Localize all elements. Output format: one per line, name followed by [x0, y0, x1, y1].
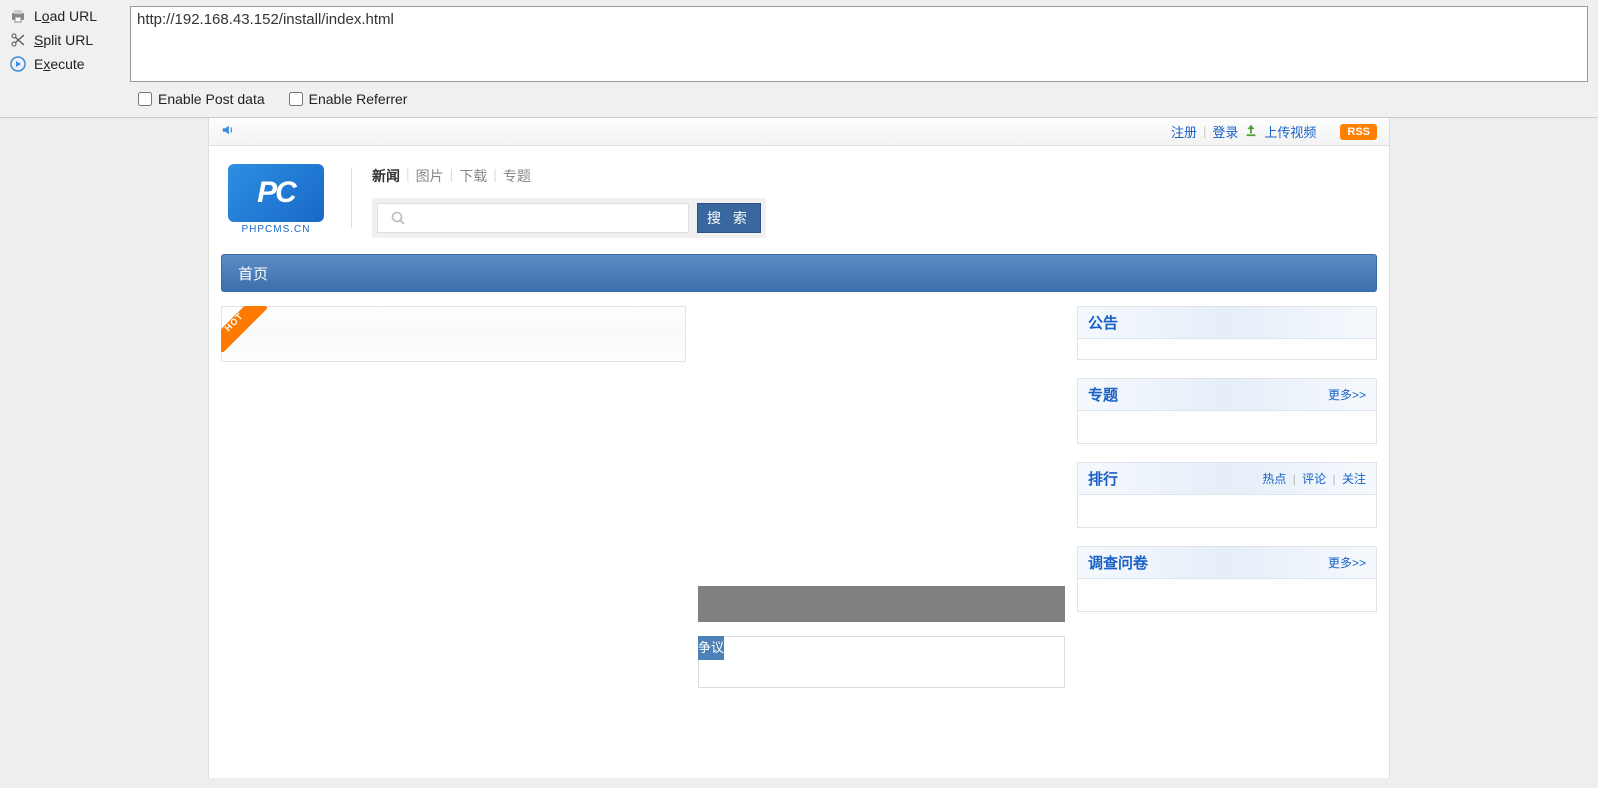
upload-video-link[interactable]: 上传视频	[1264, 122, 1316, 141]
referrer-checkbox-input[interactable]	[289, 92, 303, 106]
enable-referrer-checkbox[interactable]: Enable Referrer	[289, 91, 408, 107]
tab-downloads[interactable]: 下载	[459, 166, 487, 186]
header-right: 新闻 | 图片 | 下载 | 专题 搜 索	[372, 164, 766, 238]
sidebar-special: 专题 更多>>	[1077, 378, 1377, 444]
enable-referrer-label: Enable Referrer	[309, 91, 408, 107]
register-link[interactable]: 注册	[1171, 122, 1197, 141]
header: PC PHPCMS.CN 新闻 | 图片 | 下载 | 专题 搜 索	[209, 146, 1389, 254]
special-more-link[interactable]: 更多>>	[1328, 386, 1366, 403]
announcement-title: 公告	[1088, 312, 1118, 333]
nav-home[interactable]: 首页	[238, 263, 268, 284]
play-icon	[10, 56, 26, 72]
ranking-body	[1078, 495, 1376, 527]
separator: |	[493, 166, 497, 186]
enable-post-label: Enable Post data	[158, 91, 265, 107]
sidebar-announcement: 公告	[1077, 306, 1377, 360]
content-area: HOT 争议 公告 专题 更多>>	[209, 292, 1389, 702]
sound-icon[interactable]	[221, 124, 235, 140]
logo[interactable]: PC PHPCMS.CN	[221, 164, 331, 240]
upload-icon	[1244, 123, 1258, 140]
page-container: 注册 | 登录 上传视频 RSS PC PHPCMS.CN 新闻 | 图片 | …	[208, 118, 1390, 778]
split-url-button[interactable]: Split URL	[0, 28, 128, 52]
survey-body	[1078, 579, 1376, 611]
toolbar-checkboxes: Enable Post data Enable Referrer	[130, 85, 1588, 113]
topbar-right: 注册 | 登录 上传视频 RSS	[1171, 122, 1377, 141]
hot-card: HOT	[221, 306, 686, 362]
special-header: 专题 更多>>	[1078, 379, 1376, 411]
divider	[351, 168, 352, 228]
ranking-hot-link[interactable]: 热点	[1262, 472, 1286, 486]
ranking-comment-link[interactable]: 评论	[1302, 472, 1326, 486]
search-icon	[377, 203, 417, 233]
hackbar-toolbar: Load URL Split URL Execute Enable Post d…	[0, 0, 1598, 118]
tab-images[interactable]: 图片	[416, 166, 444, 186]
logo-mark: PC	[228, 164, 324, 222]
toolbar-right: Enable Post data Enable Referrer	[128, 0, 1598, 117]
announcement-body	[1078, 339, 1376, 359]
ranking-header: 排行 热点 | 评论 | 关注	[1078, 463, 1376, 495]
column-right: 公告 专题 更多>> 排行 热点 | 评论 |	[1077, 306, 1377, 688]
topbar-left	[221, 123, 235, 140]
tab-specials[interactable]: 专题	[503, 166, 531, 186]
search-input[interactable]	[417, 203, 689, 233]
announcement-header: 公告	[1078, 307, 1376, 339]
column-left: HOT	[221, 306, 686, 688]
hot-ribbon-text: HOT	[223, 311, 246, 334]
sidebar-ranking: 排行 热点 | 评论 | 关注	[1077, 462, 1377, 528]
ranking-title: 排行	[1088, 468, 1118, 489]
tab-news[interactable]: 新闻	[372, 166, 400, 186]
sidebar-survey: 调查问卷 更多>>	[1077, 546, 1377, 612]
logo-subtext: PHPCMS.CN	[241, 224, 310, 235]
column-middle: 争议	[698, 306, 1065, 688]
execute-button[interactable]: Execute	[0, 52, 128, 76]
controversy-tag: 争议	[698, 636, 724, 660]
split-url-label: Split URL	[34, 32, 93, 48]
post-checkbox-input[interactable]	[138, 92, 152, 106]
separator: |	[1293, 472, 1296, 486]
hot-ribbon-icon: HOT	[221, 306, 267, 352]
survey-title: 调查问卷	[1088, 552, 1148, 573]
ranking-sublinks: 热点 | 评论 | 关注	[1262, 470, 1366, 487]
separator: |	[406, 166, 410, 186]
category-tabs: 新闻 | 图片 | 下载 | 专题	[372, 166, 766, 186]
separator: |	[450, 166, 454, 186]
controversy-panel: 争议	[698, 636, 1065, 688]
printer-icon	[10, 8, 26, 24]
special-title: 专题	[1088, 384, 1118, 405]
load-url-button[interactable]: Load URL	[0, 4, 128, 28]
separator: |	[1203, 124, 1206, 139]
login-link[interactable]: 登录	[1212, 122, 1238, 141]
top-bar: 注册 | 登录 上传视频 RSS	[209, 118, 1389, 146]
search-button[interactable]: 搜 索	[697, 203, 761, 233]
load-url-label: Load URL	[34, 8, 97, 24]
separator: |	[1333, 472, 1336, 486]
execute-label: Execute	[34, 56, 85, 72]
gray-banner	[698, 586, 1065, 622]
rss-badge[interactable]: RSS	[1340, 124, 1377, 140]
enable-post-checkbox[interactable]: Enable Post data	[138, 91, 265, 107]
toolbar-actions: Load URL Split URL Execute	[0, 0, 128, 117]
url-input[interactable]	[130, 6, 1588, 82]
main-nav: 首页	[221, 254, 1377, 292]
ranking-follow-link[interactable]: 关注	[1342, 472, 1366, 486]
scissors-icon	[10, 32, 26, 48]
special-body	[1078, 411, 1376, 443]
survey-header: 调查问卷 更多>>	[1078, 547, 1376, 579]
survey-more-link[interactable]: 更多>>	[1328, 554, 1366, 571]
search-form: 搜 索	[372, 198, 766, 238]
